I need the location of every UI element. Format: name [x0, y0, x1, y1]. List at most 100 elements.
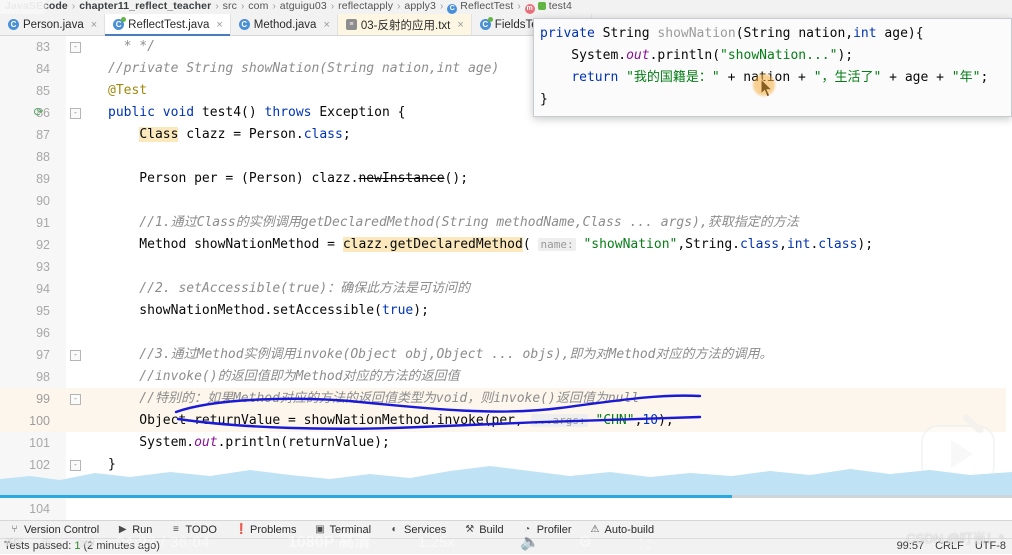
line-number: 88	[36, 150, 50, 164]
code-line[interactable]: 92 Method showNationMethod = clazz.getDe…	[0, 234, 1012, 256]
tool-window-button[interactable]: ❗ Problems	[226, 524, 305, 536]
breadcrumb-separator: ›	[215, 1, 219, 12]
breadcrumb-item[interactable]: atguigu03	[277, 0, 330, 12]
todo-icon: ≡	[172, 524, 179, 535]
video-scrubber-overlay[interactable]	[0, 459, 1012, 499]
breadcrumb-item[interactable]: C ReflectTest	[444, 0, 516, 14]
editor-tab[interactable]: C Person.java ×	[0, 14, 106, 35]
editor-tab[interactable]: C Method.java ×	[230, 14, 338, 35]
close-icon[interactable]: ×	[323, 19, 329, 31]
tool-window-button[interactable]: ⚒ Build	[455, 524, 512, 536]
line-number: 97	[36, 348, 50, 362]
popup-code-token: out	[626, 48, 650, 63]
test-result-status: Tests passed: 1 (2 minutes ago)	[4, 540, 160, 552]
fold-toggle-icon[interactable]: -	[70, 108, 81, 119]
problems-icon: ❗	[234, 524, 248, 535]
line-number: 95	[36, 304, 50, 318]
breadcrumb-item[interactable]: reflectapply	[335, 0, 396, 12]
code-text: @Test	[108, 80, 147, 102]
code-token: ;	[342, 127, 351, 142]
code-token: //private String showNation(String natio…	[108, 61, 500, 76]
tool-window-button[interactable]: ▶ Run	[108, 524, 161, 536]
popup-code-token: "showNation..."	[720, 48, 838, 63]
code-line[interactable]: 87 Class clazz = Person.class;	[0, 124, 1012, 146]
fold-toggle-icon[interactable]: -	[70, 350, 81, 361]
code-line[interactable]: 101 System.out.println(returnValue);	[0, 432, 1012, 454]
breadcrumb[interactable]: JavaSEcode›chapter11_reflect_teacher›src…	[0, 0, 1012, 14]
code-token: newInstance	[358, 171, 445, 186]
code-token: );	[857, 237, 874, 252]
editor-tab[interactable]: ≡ 03-反射的应用.txt ×	[337, 14, 472, 35]
code-token: true	[381, 303, 414, 318]
tool-window-button[interactable]: ⚠ Auto-build	[581, 524, 664, 536]
tool-window-label: TODO	[185, 523, 217, 536]
code-line[interactable]: 100 Object returnValue = showNationMetho…	[0, 410, 1012, 432]
code-token: //特别的：如果Method对应的方法的返回值类型为void，则invoke()…	[108, 391, 640, 406]
line-number: 96	[36, 326, 50, 340]
test-result-prefix: Tests passed:	[4, 540, 75, 552]
tool-window-button[interactable]: ≡ TODO	[161, 524, 226, 536]
code-text: //private String showNation(String natio…	[108, 58, 499, 80]
java-test-icon: C	[113, 17, 127, 30]
breadcrumb-item-label: apply3	[404, 0, 436, 12]
audio-waveform	[0, 466, 1012, 495]
code-line[interactable]: 97 - //3.通过Method实例调用invoke(Object obj,Ob…	[0, 344, 1012, 366]
tool-window-button[interactable]: ◐ Services	[380, 524, 455, 536]
services-icon: ◐	[391, 524, 398, 535]
close-icon[interactable]: ×	[457, 19, 463, 31]
fold-toggle-icon[interactable]: -	[70, 42, 81, 53]
code-line[interactable]: 98 //invoke()的返回值即为Method对应的方法的返回值	[0, 366, 1012, 388]
popup-code-token: "，生活了"	[813, 70, 882, 85]
breadcrumb-item[interactable]: com	[245, 0, 271, 12]
breadcrumb-item[interactable]: m test4	[522, 0, 575, 14]
method-definition-popup: private String showNation(String nation,…	[533, 18, 1012, 117]
code-line[interactable]: 104	[0, 498, 1012, 520]
code-text: //2. setAccessible(true)：确保此方法是可访问的	[108, 278, 470, 300]
editor-tab[interactable]: C ReflectTest.java ×	[105, 14, 231, 36]
code-line[interactable]: 88	[0, 146, 1012, 168]
code-line[interactable]: 96	[0, 322, 1012, 344]
editor-tab-label: Person.java	[23, 18, 84, 31]
scrubber-track[interactable]	[732, 495, 1012, 498]
line-number: 87	[36, 128, 50, 142]
tool-window-button[interactable]: ⑂ Version Control	[0, 524, 108, 536]
line-number: 101	[29, 436, 50, 450]
warning-icon: ⚠	[590, 524, 600, 535]
code-line[interactable]: 91 //1.通过Class的实例调用getDeclaredMethod(Str…	[0, 212, 1012, 234]
code-token: "CHN"	[595, 413, 635, 428]
breadcrumb-separator: ›	[272, 1, 276, 12]
close-icon[interactable]: ×	[91, 19, 97, 31]
code-token: //2. setAccessible(true)：确保此方法是可访问的	[108, 281, 471, 296]
tool-window-bar[interactable]: ⑂ Version Control ▶ Run ≡ TODO ❗ Problems ▣ Termi…	[0, 520, 1012, 538]
breadcrumb-item[interactable]: apply3	[401, 0, 439, 12]
code-text: System.out.println(returnValue);	[108, 432, 389, 454]
tool-window-label: Profiler	[536, 523, 572, 536]
code-token: test4()	[201, 105, 265, 120]
code-token: int	[786, 237, 811, 252]
code-text: Person per = (Person) clazz.newInstance(…	[108, 168, 468, 190]
run-test-icon[interactable]: ⟳	[32, 106, 45, 119]
scrubber-progress[interactable]	[0, 495, 732, 498]
code-line[interactable]: 93	[0, 256, 1012, 278]
code-token: throws	[264, 105, 320, 120]
status-bar[interactable]: Tests passed: 1 (2 minutes ago) 99:57 CR…	[0, 538, 1012, 554]
code-line[interactable]: 94 //2. setAccessible(true)：确保此方法是可访问的	[0, 278, 1012, 300]
code-line[interactable]: 90	[0, 190, 1012, 212]
test-run-icon	[537, 2, 546, 10]
code-line[interactable]: 95 showNationMethod.setAccessible(true);	[0, 300, 1012, 322]
code-line[interactable]: 89 Person per = (Person) clazz.newInstan…	[0, 168, 1012, 190]
code-token: ,	[779, 237, 787, 252]
close-icon[interactable]: ×	[216, 19, 222, 31]
code-token: //3.通过Method实例调用invoke(Object obj,Object…	[108, 347, 773, 362]
code-line[interactable]: 99 - //特别的：如果Method对应的方法的返回值类型为void，则invo…	[0, 388, 1012, 410]
breadcrumb-item[interactable]: src	[220, 0, 240, 12]
tool-window-button[interactable]: ◔ Profiler	[513, 524, 581, 536]
fold-toggle-icon[interactable]: -	[70, 394, 81, 405]
tool-window-button[interactable]: ▣ Terminal	[305, 524, 380, 536]
breadcrumb-item[interactable]: chapter11_reflect_teacher	[76, 0, 214, 12]
popup-code-token: "年"	[951, 70, 981, 85]
code-text: * */	[108, 36, 155, 58]
line-number: 92	[36, 238, 50, 252]
tool-window-label: Problems	[249, 523, 297, 536]
profiler-icon: ◔	[524, 524, 531, 535]
